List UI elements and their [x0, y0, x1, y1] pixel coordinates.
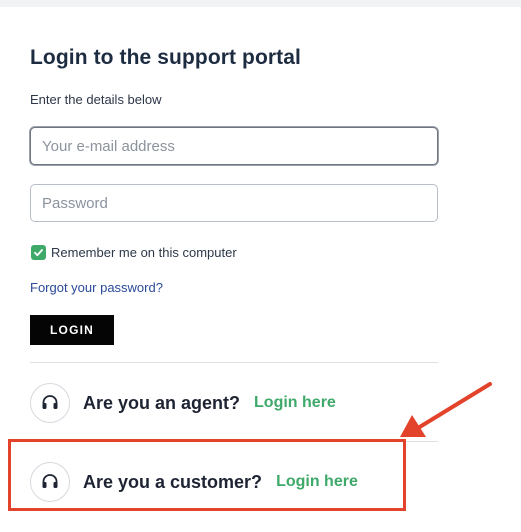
annotation-arrow-icon	[400, 382, 492, 437]
login-page: Login to the support portal Enter the de…	[0, 0, 521, 532]
